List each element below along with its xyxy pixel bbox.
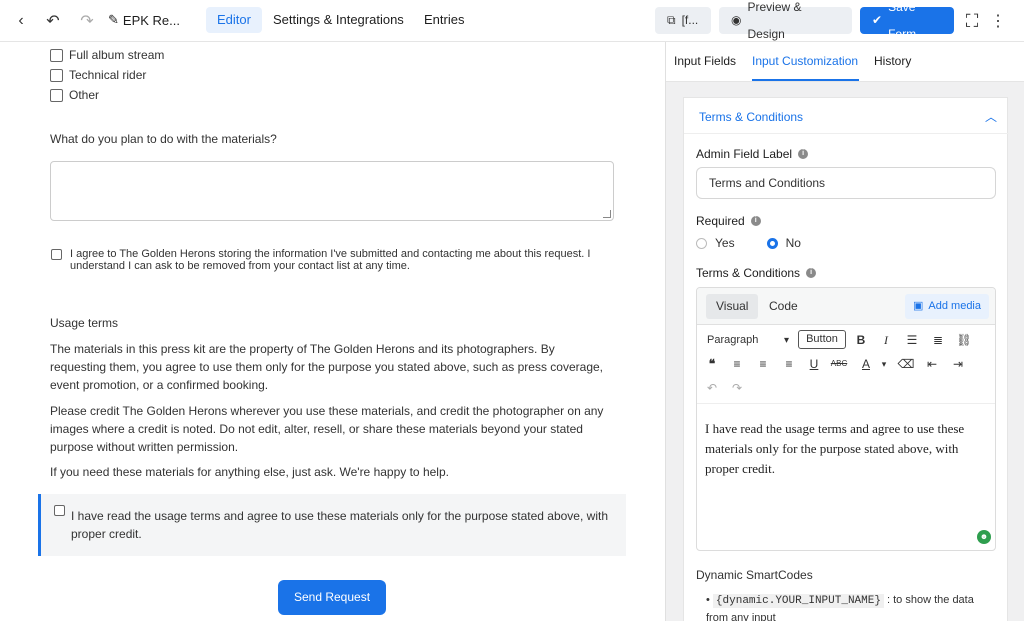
align-left-icon[interactable]: ≡ xyxy=(728,355,746,373)
terms-conditions-field[interactable]: I have read the usage terms and agree to… xyxy=(38,494,626,556)
ai-assistant-icon[interactable]: ☻ xyxy=(977,530,991,544)
card-header[interactable]: Terms & Conditions ︿ xyxy=(684,98,1009,134)
card-title: Terms & Conditions xyxy=(699,110,804,124)
media-icon: ▣ xyxy=(913,300,924,312)
admin-label-input[interactable]: Terms and Conditions xyxy=(696,167,996,199)
form-preview: Full album stream Technical rider Other … xyxy=(0,42,665,621)
checkbox-other[interactable]: Other xyxy=(50,88,99,102)
chevron-down-icon[interactable]: ▾ xyxy=(875,355,893,373)
align-center-icon[interactable]: ≡ xyxy=(754,355,772,373)
editor-content-text: I have read the usage terms and agree to… xyxy=(705,421,965,476)
check-circle-icon: ✔ xyxy=(872,13,883,27)
send-request-button[interactable]: Send Request xyxy=(278,580,386,615)
chevron-up-icon[interactable]: ︿ xyxy=(985,108,997,125)
tab-code[interactable]: Code xyxy=(759,294,808,319)
tab-editor[interactable]: Editor xyxy=(206,7,262,33)
numbered-list-icon[interactable]: ≣ xyxy=(929,331,947,349)
usage-paragraph-3: If you need these materials for anything… xyxy=(50,465,449,479)
top-bar: ‹ ↶ ↷ ✎ EPK Re... Editor Settings & Inte… xyxy=(0,0,1024,42)
radio-no[interactable] xyxy=(766,237,778,249)
outdent-icon[interactable]: ⇤ xyxy=(923,355,941,373)
shortcode-button[interactable]: ⧉ [f... xyxy=(655,7,711,34)
bullet-list-icon[interactable]: ☰ xyxy=(903,331,921,349)
checkbox[interactable] xyxy=(50,48,63,62)
button-insert[interactable]: Button xyxy=(798,330,846,349)
terms-text: I have read the usage terms and agree to… xyxy=(71,509,608,541)
fullscreen-icon[interactable]: ⛶ xyxy=(959,8,985,34)
smartcode-code: {dynamic.YOUR_INPUT_NAME} xyxy=(712,594,884,608)
terms-settings-card: Terms & Conditions ︿ Admin Field Label i… xyxy=(683,97,1009,621)
text-color-icon[interactable]: A xyxy=(857,355,875,373)
tab-history[interactable]: History xyxy=(874,54,911,68)
strikethrough-icon[interactable]: ABC xyxy=(830,355,848,373)
form-title[interactable]: ✎ EPK Re... xyxy=(108,12,180,28)
tab-input-customization[interactable]: Input Customization xyxy=(752,54,858,68)
preview-design-button[interactable]: ◉ Preview & Design xyxy=(719,0,852,41)
pencil-icon: ✎ xyxy=(108,12,119,27)
redo-editor-icon[interactable]: ↷ xyxy=(728,379,746,397)
format-select[interactable]: Paragraph xyxy=(703,331,793,350)
editor-toolbar: Paragraph Button B I ☰ ≣ ⛓ ❝ ≡ ≡ ≡ U ABC… xyxy=(697,325,995,403)
checkbox[interactable] xyxy=(50,68,63,82)
radio-yes[interactable] xyxy=(696,237,707,249)
eye-icon: ◉ xyxy=(731,13,742,27)
usage-terms-heading: Usage terms xyxy=(50,316,119,330)
required-title: Required i xyxy=(696,214,761,228)
info-icon[interactable]: i xyxy=(798,149,809,159)
info-icon[interactable]: i xyxy=(750,216,761,226)
eraser-icon[interactable]: ⌫ xyxy=(897,355,915,373)
undo-icon[interactable]: ↶ xyxy=(40,8,66,34)
checkbox-full-album[interactable]: Full album stream xyxy=(50,48,164,62)
editor-content-area[interactable]: I have read the usage terms and agree to… xyxy=(697,403,995,550)
terms-editor-title: Terms & Conditions i xyxy=(696,266,817,280)
redo-icon[interactable]: ↷ xyxy=(74,8,100,34)
smartcode-item: • {dynamic.YOUR_INPUT_NAME} : to show th… xyxy=(706,594,974,621)
plan-textarea[interactable] xyxy=(50,161,614,221)
panel-tabs: Input Fields Input Customization History xyxy=(666,42,1024,82)
undo-editor-icon[interactable]: ↶ xyxy=(703,379,721,397)
align-right-icon[interactable]: ≡ xyxy=(780,355,798,373)
required-radio-group: Yes No xyxy=(696,236,801,250)
consent-checkbox[interactable] xyxy=(51,249,62,260)
usage-paragraph-2: Please credit The Golden Herons wherever… xyxy=(50,404,604,454)
usage-paragraph-1: The materials in this press kit are the … xyxy=(50,342,603,392)
tab-visual[interactable]: Visual xyxy=(706,294,759,319)
info-icon[interactable]: i xyxy=(806,268,817,278)
active-tab-indicator xyxy=(752,79,859,81)
indent-icon[interactable]: ⇥ xyxy=(949,355,967,373)
save-form-button[interactable]: ✔ Save Form xyxy=(860,0,954,41)
smartcodes-title: Dynamic SmartCodes xyxy=(696,568,813,582)
tab-input-fields[interactable]: Input Fields xyxy=(674,54,736,68)
more-vertical-icon[interactable]: ⋮ xyxy=(985,8,1011,34)
blockquote-icon[interactable]: ❝ xyxy=(703,355,721,373)
italic-icon[interactable]: I xyxy=(877,331,895,349)
settings-panel: Input Fields Input Customization History… xyxy=(665,42,1024,621)
admin-label-title: Admin Field Label i xyxy=(696,147,809,161)
checkbox[interactable] xyxy=(50,88,63,102)
checkbox-technical-rider[interactable]: Technical rider xyxy=(50,68,146,82)
add-media-button[interactable]: ▣ Add media xyxy=(905,294,989,319)
consent-checkbox-row[interactable]: I agree to The Golden Herons storing the… xyxy=(51,248,611,272)
copy-icon: ⧉ xyxy=(667,13,676,27)
link-icon[interactable]: ⛓ xyxy=(955,331,973,349)
tab-settings-integrations[interactable]: Settings & Integrations xyxy=(262,7,415,33)
bold-icon[interactable]: B xyxy=(852,331,870,349)
back-chevron-icon[interactable]: ‹ xyxy=(8,8,34,34)
plan-question-label: What do you plan to do with the material… xyxy=(50,132,277,146)
resize-grip-icon[interactable] xyxy=(603,210,611,218)
editor-mode-tabs: Visual Code ▣ Add media xyxy=(697,288,995,325)
underline-icon[interactable]: U xyxy=(805,355,823,373)
terms-checkbox[interactable] xyxy=(54,505,65,516)
rich-text-editor: Visual Code ▣ Add media Paragraph Button… xyxy=(696,287,996,551)
tab-entries[interactable]: Entries xyxy=(413,7,475,33)
